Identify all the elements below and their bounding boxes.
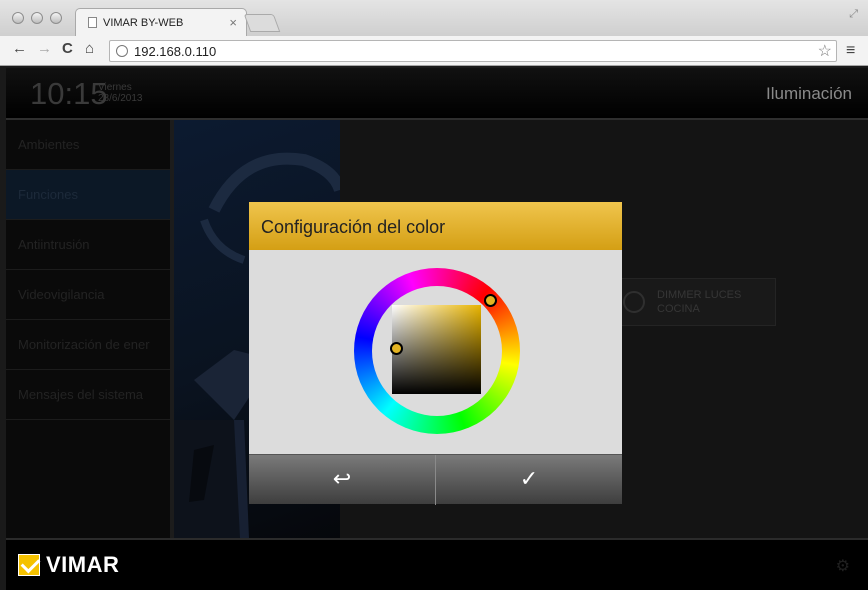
day-name: Viernes (98, 82, 132, 93)
return-arrow-icon: ↩ (332, 467, 352, 492)
app-footer: VIMAR ⚙ (6, 538, 868, 590)
browser-menu-icon[interactable]: ≡ (846, 42, 855, 60)
browser-toolbar: ← → C ⌂ 192.168.0.110 ☆ (0, 36, 868, 66)
back-button-dialog[interactable]: ↩ (249, 455, 436, 505)
sidebar-item-funciones[interactable]: Funciones (6, 170, 170, 220)
window-close-button[interactable] (12, 12, 24, 24)
color-config-dialog: Configuración del color ↩ ✓ (249, 202, 622, 505)
sidebar-item-ambientes[interactable]: Ambientes (6, 120, 170, 170)
new-tab-button[interactable] (243, 14, 281, 32)
sidebar-item-antiintrusion[interactable]: Antiintrusión (6, 220, 170, 270)
dimmer-label: DIMMER LUCES COCINA (657, 289, 742, 315)
lightbulb-icon (623, 291, 645, 313)
sidebar: Ambientes Funciones Antiintrusión Videov… (6, 120, 170, 538)
browser-tab-bar: VIMAR BY-WEB × ⤢ (0, 0, 868, 36)
sidebar-item-monitorizacion[interactable]: Monitorización de ener (6, 320, 170, 370)
confirm-button[interactable]: ✓ (436, 455, 622, 505)
dialog-title: Configuración del color (261, 217, 446, 237)
reload-button[interactable]: C (62, 40, 73, 57)
back-button[interactable]: ← (12, 40, 27, 57)
window-minimize-button[interactable] (31, 12, 43, 24)
page-icon (88, 17, 97, 28)
clock-date: Viernes 28/6/2013 (98, 82, 143, 104)
brand-name: VIMAR (46, 552, 120, 577)
sidebar-item-mensajes[interactable]: Mensajes del sistema (6, 370, 170, 420)
address-bar[interactable]: 192.168.0.110 ☆ (109, 40, 837, 62)
date-value: 28/6/2013 (98, 93, 143, 104)
close-tab-icon[interactable]: × (229, 15, 237, 30)
dimmer-luces-cocina-tile[interactable]: DIMMER LUCES COCINA (614, 278, 776, 326)
vimar-logo-icon (18, 554, 40, 576)
browser-tab[interactable]: VIMAR BY-WEB × (75, 8, 247, 36)
tab-title: VIMAR BY-WEB (103, 17, 184, 29)
home-button[interactable]: ⌂ (85, 40, 94, 57)
saturation-value-square[interactable] (392, 305, 481, 394)
hue-handle[interactable] (484, 294, 497, 307)
dialog-body (249, 250, 622, 454)
dialog-footer: ↩ ✓ (249, 454, 622, 505)
window-zoom-button[interactable] (50, 12, 62, 24)
clock-time: 10:15 (30, 76, 108, 111)
section-title: Iluminación (766, 84, 852, 103)
dialog-header: Configuración del color (249, 202, 622, 250)
app-header: 10:15 Viernes 28/6/2013 Iluminación (6, 68, 868, 120)
checkmark-icon: ✓ (519, 467, 539, 492)
forward-button[interactable]: → (37, 40, 52, 57)
sidebar-item-videovigilancia[interactable]: Videovigilancia (6, 270, 170, 320)
url-text[interactable]: 192.168.0.110 (134, 44, 216, 59)
settings-icon[interactable]: ⚙ (836, 556, 850, 576)
saturation-handle[interactable] (390, 342, 403, 355)
fullscreen-icon[interactable]: ⤢ (849, 8, 858, 21)
bookmark-star-icon[interactable]: ☆ (818, 41, 832, 61)
globe-icon (116, 45, 128, 57)
